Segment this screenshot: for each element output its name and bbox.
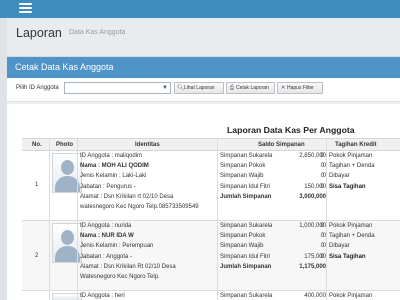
filter-label: Pilih ID Anggota [16,85,59,91]
saving-value: 400,000 [304,293,326,299]
report-table: No. Photo Identitas Saldo Simpanan Tagih… [22,138,400,300]
identity-line: Watesnegoro Kec Ngoro Telp. [80,274,160,280]
identity-line: Jenis Kelamin : Perempuan [80,243,154,249]
print-report-button[interactable]: ⎙ Cetak Laporan [226,82,275,94]
identity-line: Jabatan : Pengurus - [80,184,136,190]
print-report-label: Cetak Laporan [236,85,269,91]
col-identitas: Identitas [135,142,160,148]
identity-line: Jabatan : Anggota - [80,254,133,260]
row-number: 1 [35,182,39,188]
panel-title: Cetak Data Kas Anggota [15,62,114,72]
chevron-down-icon: ▼ [162,85,168,91]
credit-value: 0 [320,233,324,239]
table-row: 2 ID Anggota : nurida Nama : NUR IDA W J… [22,221,400,291]
clear-filter-button[interactable]: ✕ Hapus Filter [277,82,323,94]
saving-label: Simpanan Pokok [220,233,266,239]
identity-line: ID Anggota : heri [80,293,125,299]
identity-line: watesnegoro Kec Ngoro Telp.085733509549 [80,204,199,210]
credit-sisa-label: Sisa Tagihan [329,184,366,190]
identity-line: Jenis Kelamin : Laki-Laki [80,173,147,179]
view-report-button[interactable]: 🔍︎ Lihat Laporan [174,82,224,94]
col-photo: Photo [56,142,73,148]
credit-label: Pokok Pinjaman [329,293,373,299]
saving-label: Simpanan Wajib [220,173,264,179]
col-tagihan: Tagihan Kredit [335,142,377,148]
credit-value: 0 [320,163,324,169]
identity-line: Alamat : Dsn Krikilan Rt 02/10 Desa [80,264,176,270]
credit-label: Tagihan + Denda [329,233,375,239]
saving-label: Simpanan Idul Fitri [220,254,271,260]
print-icon: ⎙ [229,84,235,91]
col-simpanan: Saldo Simpanan [258,142,305,148]
member-select[interactable]: ▼ [64,82,171,94]
close-icon: ✕ [280,85,286,91]
saving-label: Simpanan Sukarela [220,223,273,229]
credit-label: Pokok Pinjaman [329,223,373,229]
identity-line: Nama : MOH ALI QODIM [80,163,149,169]
table-row: ID Anggota : heri Simpanan Sukarela 400,… [22,291,400,300]
saving-label: Simpanan Sukarela [220,153,273,159]
credit-label: Dibayar [329,173,350,179]
credit-value: 0 [320,184,324,190]
saving-total-label: Jumlah Simpanan [220,264,272,270]
clear-filter-label: Hapus Filter [287,85,314,91]
saving-label: Simpanan Idul Fitri [220,184,271,190]
saving-total-label: Jumlah Simpanan [220,194,272,200]
search-icon: 🔍︎ [177,85,184,91]
credit-value: 0 [320,254,324,260]
page-subtitle: Data Kas Anggota [69,29,126,36]
identity-line: ID Anggota : nurida [80,223,132,229]
menu-icon[interactable] [19,2,32,14]
column-divider [77,138,78,300]
credit-sisa-label: Sisa Tagihan [329,254,366,260]
saving-total-value: 1,175,000 [299,264,326,270]
saving-label: Simpanan Sukarela [220,293,273,299]
page-title: Laporan [16,26,62,40]
credit-value: 0 [320,223,324,229]
report-title: Laporan Data Kas Per Anggota [227,125,355,135]
column-divider [326,138,327,300]
credit-value: 0 [320,243,324,249]
report-panel: Cetak Data Kas Anggota Pilih ID Anggota … [7,56,400,300]
content-header: Laporan Data Kas Anggota [7,18,400,50]
identity-line: Nama : NUR IDA W [80,233,134,239]
divider [7,101,400,104]
credit-label: Pokok Pinjaman [329,153,373,159]
saving-label: Simpanan Pokok [220,163,266,169]
credit-value: 0 [320,153,324,159]
credit-value: 0 [320,173,324,179]
panel-header: Cetak Data Kas Anggota [7,57,400,78]
col-no: No. [32,142,42,148]
table-header: No. Photo Identitas Saldo Simpanan Tagih… [22,138,400,151]
sidebar-collapsed [0,18,7,300]
identity-line: ID Anggota : maliqodim [80,153,143,159]
saving-total-value: 3,000,000 [299,194,326,200]
saving-label: Simpanan Wajib [220,243,264,249]
identity-line: Alamat : Dsn Krikilan rt 02/10 Desa [80,194,174,200]
column-divider [49,138,50,300]
credit-label: Dibayar [329,243,350,249]
row-number: 2 [35,253,39,259]
top-navbar [0,0,400,18]
credit-label: Tagihan + Denda [329,163,375,169]
view-report-label: Lihat Laporan [184,85,215,91]
table-row: 1 ID Anggota : maliqodim Nama : MOH ALI … [22,151,400,221]
column-divider [217,138,218,300]
